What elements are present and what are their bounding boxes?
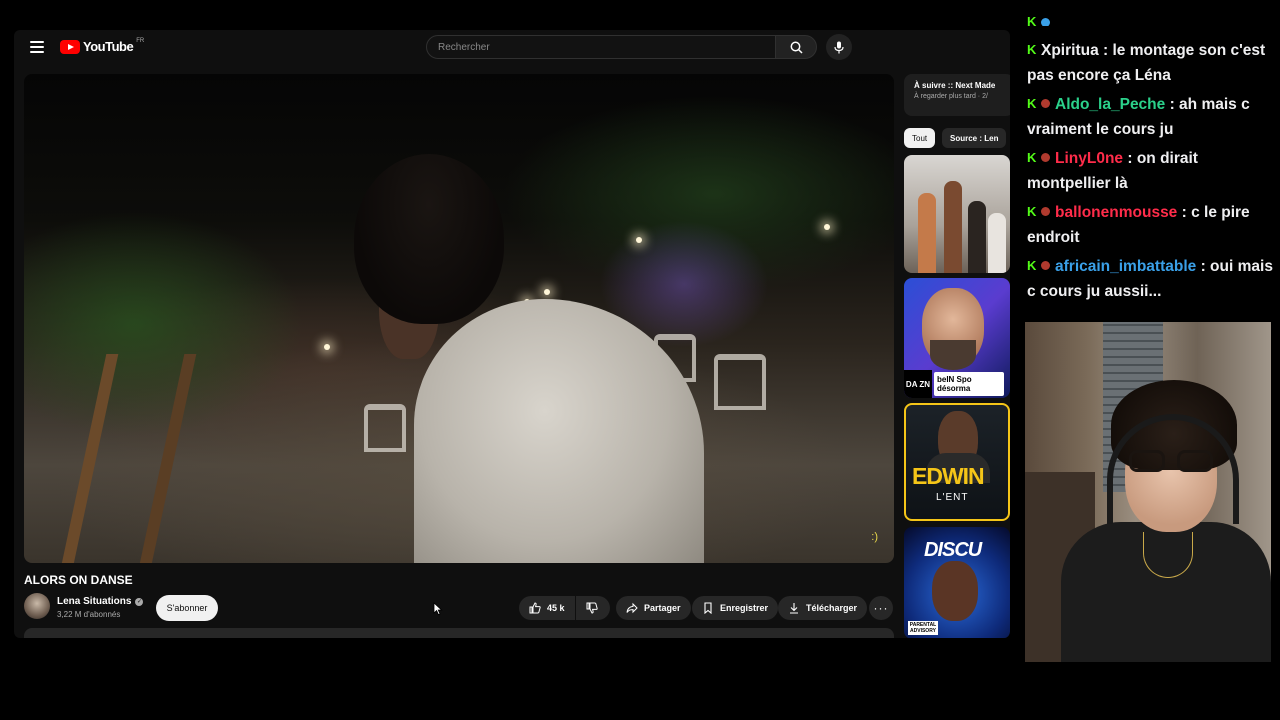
youtube-play-icon — [60, 39, 80, 54]
kick-badge-icon: K — [1027, 150, 1037, 165]
kick-badge-icon: K — [1027, 204, 1037, 219]
channel-name[interactable]: Lena Situations ✓ — [57, 596, 144, 607]
search-icon — [790, 41, 803, 54]
chat-username[interactable]: Xpiritua — [1041, 42, 1099, 59]
chat-username[interactable]: Aldo_la_Peche — [1055, 96, 1165, 113]
chair — [714, 354, 766, 410]
chat-message-list: K Xpiritua : le montage son c'est pas enc… — [1027, 38, 1277, 304]
streamer-webcam — [1025, 322, 1271, 662]
recommended-video-thumbnail[interactable]: DA ZN beIN Spo désorma — [904, 278, 1010, 398]
up-next-playlist[interactable]: À suivre :: Next Made À regarder plus ta… — [904, 74, 1010, 116]
thumbnail-figure — [968, 201, 986, 273]
recommended-video-thumbnail[interactable]: EDWIN L'ENT — [904, 403, 1010, 521]
like-count: 45 k — [547, 603, 565, 613]
chat-username[interactable]: ballonenmousse — [1055, 204, 1177, 221]
share-label: Partager — [644, 603, 681, 613]
share-button[interactable]: Partager — [616, 596, 691, 620]
thumbnail-beard — [930, 340, 976, 370]
voice-search-button[interactable] — [826, 34, 852, 60]
description-panel[interactable] — [24, 628, 894, 638]
save-button[interactable]: Enregistrer — [692, 596, 779, 620]
thumbnail-title: EDWIN — [912, 463, 985, 489]
download-label: Télécharger — [806, 603, 858, 613]
thumbnail-face — [932, 561, 978, 621]
channel-avatar[interactable] — [24, 593, 50, 619]
thumbnail-subtitle: L'ENT — [936, 492, 969, 503]
up-next-title: À suivre :: Next Made — [914, 81, 996, 90]
youtube-header: YouTube FR Rechercher — [14, 30, 1010, 66]
video-player[interactable]: :) — [24, 74, 894, 563]
chat-username[interactable]: africain_imbattable — [1055, 258, 1196, 275]
dislike-button[interactable] — [576, 596, 610, 620]
share-icon — [626, 602, 638, 614]
subscriber-badge-icon — [1041, 153, 1050, 162]
search-button[interactable] — [775, 35, 817, 59]
kick-badge-icon: K — [1027, 258, 1037, 273]
youtube-logo[interactable]: YouTube FR — [60, 37, 145, 54]
subscribe-button[interactable]: S'abonner — [156, 595, 218, 621]
thumbnail-figure — [944, 181, 962, 273]
chat-message: Kballonenmousse : c le pire endroit — [1027, 200, 1277, 250]
parental-advisory-label: PARENTAL ADVISORY — [908, 621, 938, 635]
verified-icon: ✓ — [135, 597, 144, 606]
chat-message: K Aldo_la_Peche : ah mais c vraiment le c… — [1027, 92, 1277, 142]
string-light — [824, 224, 830, 230]
up-next-subtitle: À regarder plus tard · 2/ — [914, 93, 988, 100]
more-icon: ··· — [873, 601, 889, 615]
stream-chat: K K Xpiritua : le montage son c'est pas e… — [1027, 16, 1277, 308]
kick-badge-icon: K — [1027, 42, 1037, 57]
download-icon — [790, 603, 798, 614]
thumbs-up-icon — [529, 602, 541, 614]
search-input[interactable]: Rechercher — [426, 35, 776, 59]
dazn-logo: DA ZN — [904, 370, 932, 398]
subscriber-count: 3,22 M d'abonnés — [57, 610, 121, 619]
badge-icon — [1041, 18, 1050, 26]
string-light — [636, 237, 642, 243]
chat-message-partial: K — [1027, 16, 1277, 26]
more-actions-button[interactable]: ··· — [869, 596, 893, 620]
channel-name-text: Lena Situations — [57, 596, 132, 607]
wooden-easel — [61, 354, 197, 563]
thumbnail-figure — [988, 213, 1006, 273]
subscriber-badge-icon — [1041, 207, 1050, 216]
string-light — [324, 344, 330, 350]
thumbnail-title: DISCU — [924, 539, 982, 561]
person-head — [354, 154, 504, 324]
download-button[interactable]: Télécharger — [778, 596, 868, 620]
video-title: ALORS ON DANSE — [24, 573, 133, 587]
subscriber-badge-icon — [1041, 261, 1050, 270]
menu-icon[interactable] — [30, 41, 44, 53]
chip-source[interactable]: Source : Len — [942, 128, 1007, 148]
thumbnail-caption: beIN Spo désorma — [934, 372, 1004, 396]
recommended-video-thumbnail[interactable]: DISCU PARENTAL ADVISORY — [904, 527, 1010, 638]
youtube-window: YouTube FR Rechercher :) ALORS ON DANSE … — [14, 30, 1010, 638]
chat-message: K LinyL0ne : on dirait montpellier là — [1027, 146, 1277, 196]
thumbs-down-icon — [586, 602, 598, 614]
microphone-icon — [834, 41, 844, 53]
save-label: Enregistrer — [720, 603, 769, 613]
kick-badge-icon: K — [1027, 96, 1037, 111]
subscriber-badge-icon — [1041, 99, 1050, 108]
logo-text: YouTube — [83, 39, 134, 54]
chat-username[interactable]: LinyL0ne — [1055, 150, 1123, 167]
bookmark-icon — [704, 602, 712, 614]
string-light — [544, 289, 550, 295]
chat-message: K Xpiritua : le montage son c'est pas enc… — [1027, 38, 1277, 88]
mouse-cursor-icon — [433, 602, 443, 616]
player-watermark: :) — [871, 531, 878, 543]
chat-message: Kafricain_imbattable : oui mais c cours … — [1027, 254, 1277, 304]
chip-all[interactable]: Tout — [904, 128, 936, 148]
logo-region: FR — [136, 37, 145, 44]
thumbnail-figure — [918, 193, 936, 273]
chair — [364, 404, 406, 452]
like-button[interactable]: 45 k — [519, 596, 575, 620]
kick-badge-icon: K — [1027, 16, 1037, 26]
recommended-video-thumbnail[interactable] — [904, 155, 1010, 273]
